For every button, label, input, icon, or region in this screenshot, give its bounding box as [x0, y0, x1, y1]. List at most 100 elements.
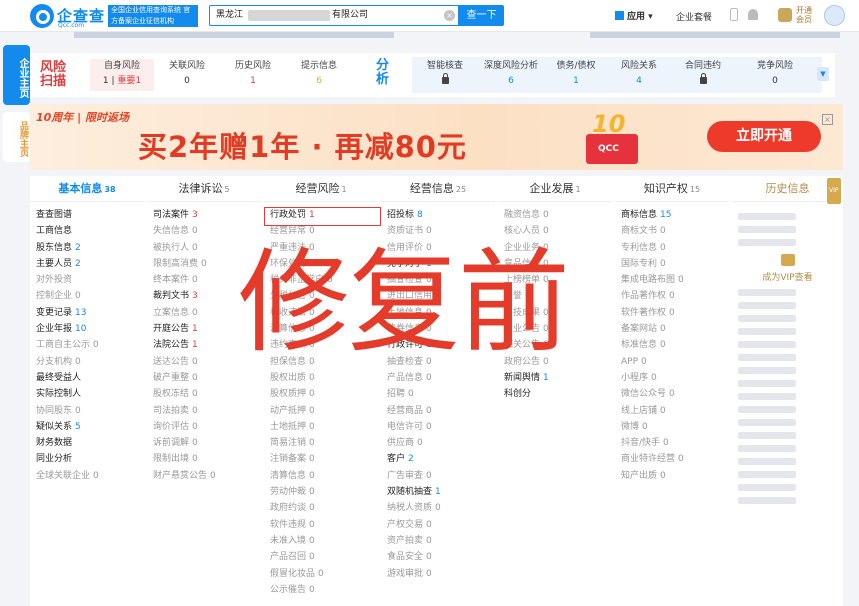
category-item[interactable]: 微博 0	[615, 419, 729, 435]
category-item[interactable]: 全球关联企业 0	[30, 468, 144, 484]
category-item[interactable]: 微信公众号 0	[615, 386, 729, 402]
category-item[interactable]: 游戏审批 0	[381, 566, 495, 582]
category-item[interactable]: 小程序 0	[615, 370, 729, 386]
category-item[interactable]: 财产悬赏公告 0	[147, 468, 261, 484]
category-item[interactable]: 清算信息 0	[264, 468, 378, 484]
category-item[interactable]: 标准信息 0	[615, 337, 729, 353]
category-item[interactable]: 变更记录 13	[30, 305, 144, 321]
side-tab-company[interactable]: 企业主页	[3, 45, 30, 105]
category-item[interactable]: 假冒化妆品 0	[264, 566, 378, 582]
category-item[interactable]: 商业特许经营 0	[615, 451, 729, 467]
apps-menu[interactable]: 应用 ▾	[615, 9, 653, 22]
hint-info-item[interactable]: 提示信息 6	[292, 59, 346, 91]
enterprise-pack-link[interactable]: 企业套餐	[676, 10, 712, 23]
category-item[interactable]: 商标文书 0	[615, 223, 729, 239]
category-item[interactable]: 电信许可 0	[381, 419, 495, 435]
category-item[interactable]: 劳动仲裁 0	[264, 484, 378, 500]
category-item[interactable]: 行政处罚 1	[264, 207, 378, 223]
tab-basic-info[interactable]: 基本信息 38	[30, 176, 144, 202]
category-item[interactable]: 产品召回 0	[264, 549, 378, 565]
promo-banner[interactable]: 10周年 | 限时返场 买2年赠1年 · 再减80元 10 QCC 立即开通	[30, 104, 843, 170]
close-icon[interactable]: ×	[822, 114, 833, 125]
category-item[interactable]: 最终受益人	[30, 370, 144, 386]
category-item[interactable]: 作品著作权 0	[615, 288, 729, 304]
category-item[interactable]: 集成电路布图 0	[615, 272, 729, 288]
self-risk-item[interactable]: 自身风险 1 | 重要1	[90, 59, 154, 91]
category-item[interactable]: 诉前调解 0	[147, 435, 261, 451]
chevron-down-icon[interactable]: ▼	[817, 67, 829, 81]
category-item[interactable]: 企业年报 10	[30, 321, 144, 337]
category-item[interactable]: 软件著作权 0	[615, 305, 729, 321]
category-item[interactable]: 简易注销 0	[264, 435, 378, 451]
category-item[interactable]: 食品安全 0	[381, 549, 495, 565]
category-item[interactable]: 实际控制人	[30, 386, 144, 402]
category-item[interactable]: 询价评估 0	[147, 419, 261, 435]
tab-legal-litigation[interactable]: 法律诉讼 5	[147, 176, 261, 202]
tab-development[interactable]: 企业发展 1	[498, 176, 612, 202]
tab-operating-risk[interactable]: 经营风险 1	[264, 176, 378, 202]
category-item[interactable]: 工商自主公示 0	[30, 337, 144, 353]
category-item[interactable]: 客户 2	[381, 451, 495, 467]
related-risk-item[interactable]: 关联风险 0	[160, 59, 214, 91]
category-item[interactable]: 司法案件 3	[147, 207, 261, 223]
category-item[interactable]: 产权交易 0	[381, 517, 495, 533]
category-item[interactable]: 政府约谈 0	[264, 500, 378, 516]
category-item[interactable]: 纳税人资质 0	[381, 500, 495, 516]
category-item[interactable]: 同业分析	[30, 451, 144, 467]
deep-risk-item[interactable]: 深度风险分析 6	[476, 59, 546, 91]
search-button[interactable]: 查一下	[459, 5, 504, 26]
qcc-logo-icon[interactable]	[30, 4, 54, 28]
vip-crown-icon[interactable]	[778, 8, 792, 22]
category-item[interactable]: 招投标 8	[381, 207, 495, 223]
category-item[interactable]: 控制企业 0	[30, 288, 144, 304]
category-item[interactable]: 土地抵押 0	[264, 419, 378, 435]
competition-risk-item[interactable]: 竞争风险 0	[742, 59, 808, 91]
open-vip-link[interactable]: 开通会员	[796, 6, 818, 24]
category-item[interactable]: 未准入境 0	[264, 533, 378, 549]
open-now-button[interactable]: 立即开通	[707, 121, 821, 152]
category-item[interactable]: 动产抵押 0	[264, 403, 378, 419]
category-item[interactable]: 股权质押 0	[264, 386, 378, 402]
category-item[interactable]: 国际专利 0	[615, 256, 729, 272]
tab-history[interactable]: 历史信息 VIP	[732, 176, 843, 204]
clear-icon[interactable]: ×	[444, 10, 455, 21]
category-item[interactable]: 股东信息 2	[30, 240, 144, 256]
category-item[interactable]: 商标信息 15	[615, 207, 729, 223]
category-item[interactable]: 广告审查 0	[381, 468, 495, 484]
category-item[interactable]: 融资信息 0	[498, 207, 612, 223]
category-item[interactable]: APP 0	[615, 354, 729, 370]
category-item[interactable]: 疑似关系 5	[30, 419, 144, 435]
category-item[interactable]: 线上店铺 0	[615, 403, 729, 419]
avatar[interactable]	[824, 5, 845, 26]
category-item[interactable]: 招聘 0	[381, 386, 495, 402]
tab-operating-info[interactable]: 经营信息 25	[381, 176, 495, 202]
category-item[interactable]: 双随机抽查 1	[381, 484, 495, 500]
category-item[interactable]: 资产拍卖 0	[381, 533, 495, 549]
contract-breach-item[interactable]: 合同违约	[672, 59, 734, 91]
search-input[interactable]: 黑龙江 有限公司 ×	[209, 5, 459, 26]
tab-intellectual-property[interactable]: 知识产权 15	[615, 176, 729, 202]
category-item[interactable]: 限制出境 0	[147, 451, 261, 467]
category-item[interactable]: 供应商 0	[381, 435, 495, 451]
history-risk-item[interactable]: 历史风险 1	[226, 59, 280, 91]
category-item[interactable]: 备案网站 0	[615, 321, 729, 337]
category-item[interactable]: 公示催告 0	[264, 582, 378, 598]
category-item[interactable]: 对外投资	[30, 272, 144, 288]
risk-relation-item[interactable]: 风险关系 4	[608, 59, 670, 91]
category-item[interactable]: 知产出质 0	[615, 468, 729, 484]
category-item[interactable]: 科创分	[498, 386, 612, 402]
category-item[interactable]: 股权冻结 0	[147, 386, 261, 402]
category-item[interactable]: 专利信息 0	[615, 240, 729, 256]
category-item[interactable]: 查查图谱	[30, 207, 144, 223]
debt-item[interactable]: 债务/债权 1	[546, 59, 606, 91]
category-item[interactable]: 注销备案 0	[264, 451, 378, 467]
category-item[interactable]: 分支机构 0	[30, 354, 144, 370]
bell-icon[interactable]	[748, 9, 758, 20]
category-item[interactable]: 经营商品 0	[381, 403, 495, 419]
category-item[interactable]: 主要人员 2	[30, 256, 144, 272]
become-vip-link[interactable]: 成为VIP查看	[732, 270, 843, 283]
category-item[interactable]: 协同股东 0	[30, 403, 144, 419]
category-item[interactable]: 工商信息	[30, 223, 144, 239]
smart-check-item[interactable]: 智能核查	[414, 59, 476, 91]
category-item[interactable]: 软件违规 0	[264, 517, 378, 533]
